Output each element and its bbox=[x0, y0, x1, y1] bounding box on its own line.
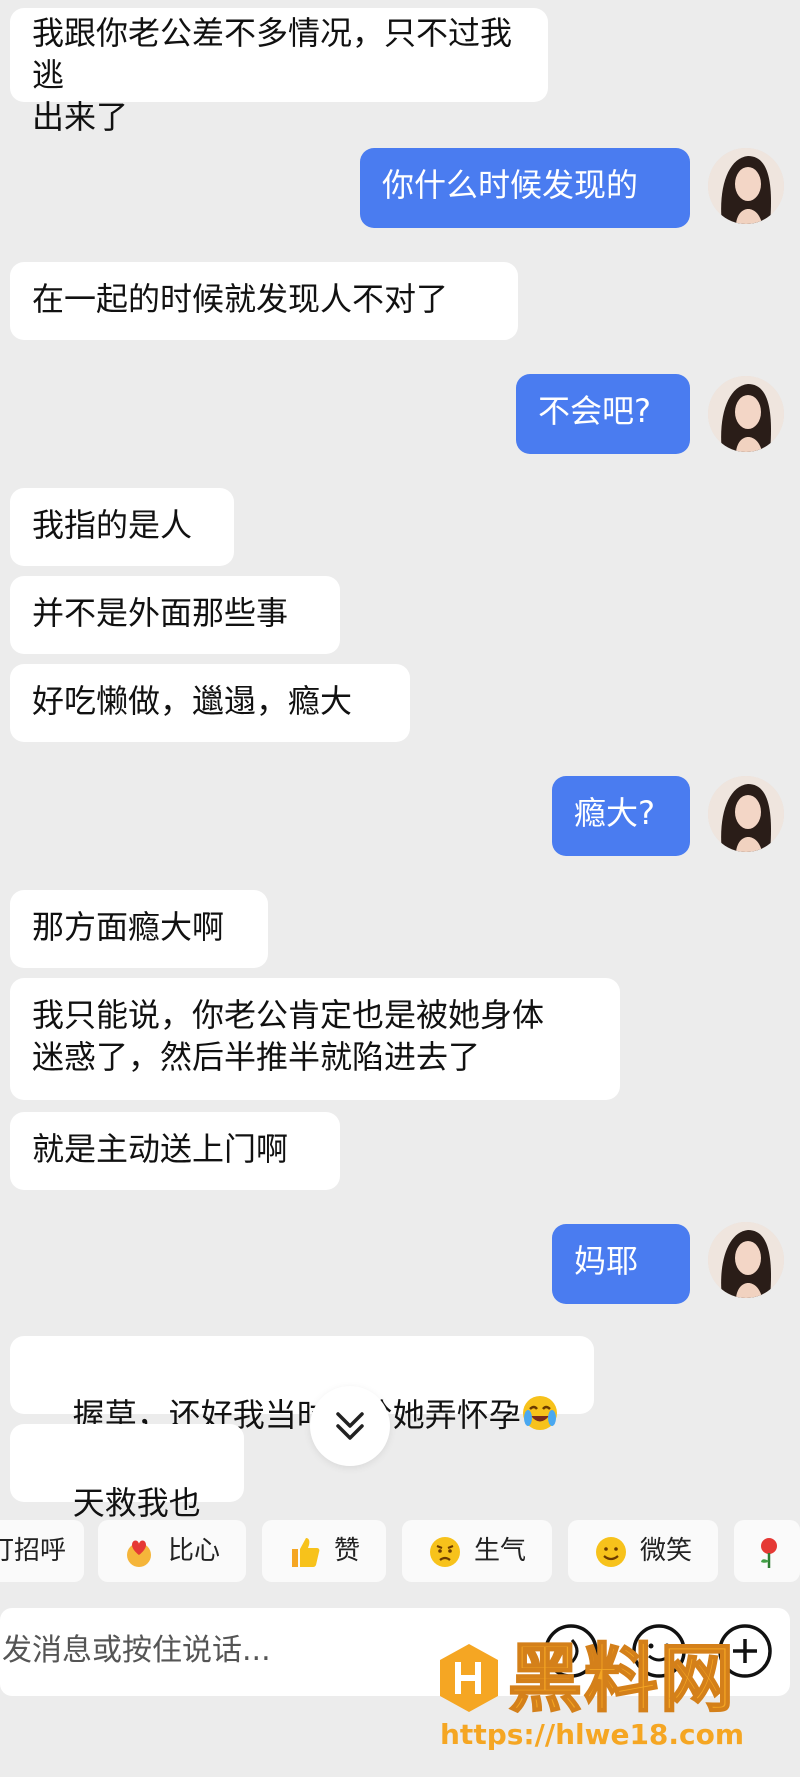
incoming-message[interactable]: 天救我也 bbox=[10, 1424, 244, 1560]
quick-reply-label: 微笑 bbox=[640, 1536, 693, 1566]
quick-reply-like[interactable]: 赞 bbox=[262, 1520, 386, 1582]
incoming-message[interactable]: 好吃懒做，邋遢，瘾大 bbox=[10, 664, 410, 742]
incoming-message[interactable]: 我指的是人 bbox=[10, 488, 234, 566]
outgoing-message[interactable]: 妈耶 bbox=[552, 1224, 690, 1304]
chat-message-list[interactable]: 我跟你老公差不多情况，只不过我逃 出来了 你什么时候发现的 在一起的时候就发现人… bbox=[0, 0, 800, 1560]
heart-hands-icon bbox=[127, 1540, 151, 1567]
user-avatar[interactable] bbox=[708, 1222, 784, 1298]
smile-face-icon bbox=[596, 1537, 626, 1567]
double-chevron-down-icon bbox=[336, 1412, 364, 1440]
quick-reply-smile[interactable]: 微笑 bbox=[568, 1520, 718, 1582]
incoming-message[interactable]: 我跟你老公差不多情况，只不过我逃 出来了 bbox=[10, 8, 548, 136]
user-avatar[interactable] bbox=[708, 148, 784, 224]
quick-reply-bar[interactable]: 打招呼 比心 赞 生气 微笑 bbox=[0, 1520, 800, 1584]
angry-face-icon bbox=[430, 1537, 460, 1567]
incoming-message[interactable]: 那方面瘾大啊 bbox=[10, 890, 268, 968]
thumbs-up-icon bbox=[292, 1538, 320, 1567]
user-avatar[interactable] bbox=[708, 376, 784, 452]
incoming-message[interactable]: 在一起的时候就发现人不对了 bbox=[10, 262, 518, 340]
quick-reply-label: 比心 bbox=[168, 1536, 221, 1566]
watermark: 黑料网 https://hlwe18.com bbox=[438, 1635, 768, 1756]
rose-icon bbox=[761, 1538, 777, 1568]
quick-reply-label: 生气 bbox=[474, 1536, 527, 1566]
incoming-message[interactable]: 我只能说，你老公肯定也是被她身体 迷惑了，然后半推半就陷进去了 bbox=[10, 978, 620, 1100]
watermark-brand: 黑料网 bbox=[507, 1635, 736, 1723]
quick-reply-heart[interactable]: 比心 bbox=[98, 1520, 246, 1582]
incoming-message[interactable]: 就是主动送上门啊 bbox=[10, 1112, 340, 1190]
quick-reply-rose[interactable] bbox=[734, 1520, 800, 1582]
scroll-to-bottom-button[interactable] bbox=[310, 1386, 390, 1466]
outgoing-message[interactable]: 瘾大? bbox=[552, 776, 690, 856]
quick-reply-angry[interactable]: 生气 bbox=[402, 1520, 552, 1582]
message-text: 天救我也 bbox=[72, 1484, 201, 1522]
message-input[interactable]: 发消息或按住说话... bbox=[2, 1631, 271, 1671]
outgoing-message[interactable]: 不会吧? bbox=[516, 374, 690, 454]
quick-reply-greet[interactable]: 打招呼 bbox=[0, 1520, 84, 1582]
watermark-logo-icon bbox=[440, 1644, 498, 1712]
incoming-message[interactable]: 并不是外面那些事 bbox=[10, 576, 340, 654]
user-avatar[interactable] bbox=[708, 776, 784, 852]
incoming-message[interactable]: 握草，还好我当时没给她弄怀孕 bbox=[10, 1336, 594, 1434]
quick-reply-label: 赞 bbox=[334, 1536, 361, 1566]
outgoing-message[interactable]: 你什么时候发现的 bbox=[360, 148, 690, 228]
crying-laughing-emoji-icon bbox=[522, 1396, 557, 1430]
watermark-url: https://hlwe18.com bbox=[440, 1718, 745, 1751]
quick-reply-label: 打招呼 bbox=[0, 1536, 67, 1566]
